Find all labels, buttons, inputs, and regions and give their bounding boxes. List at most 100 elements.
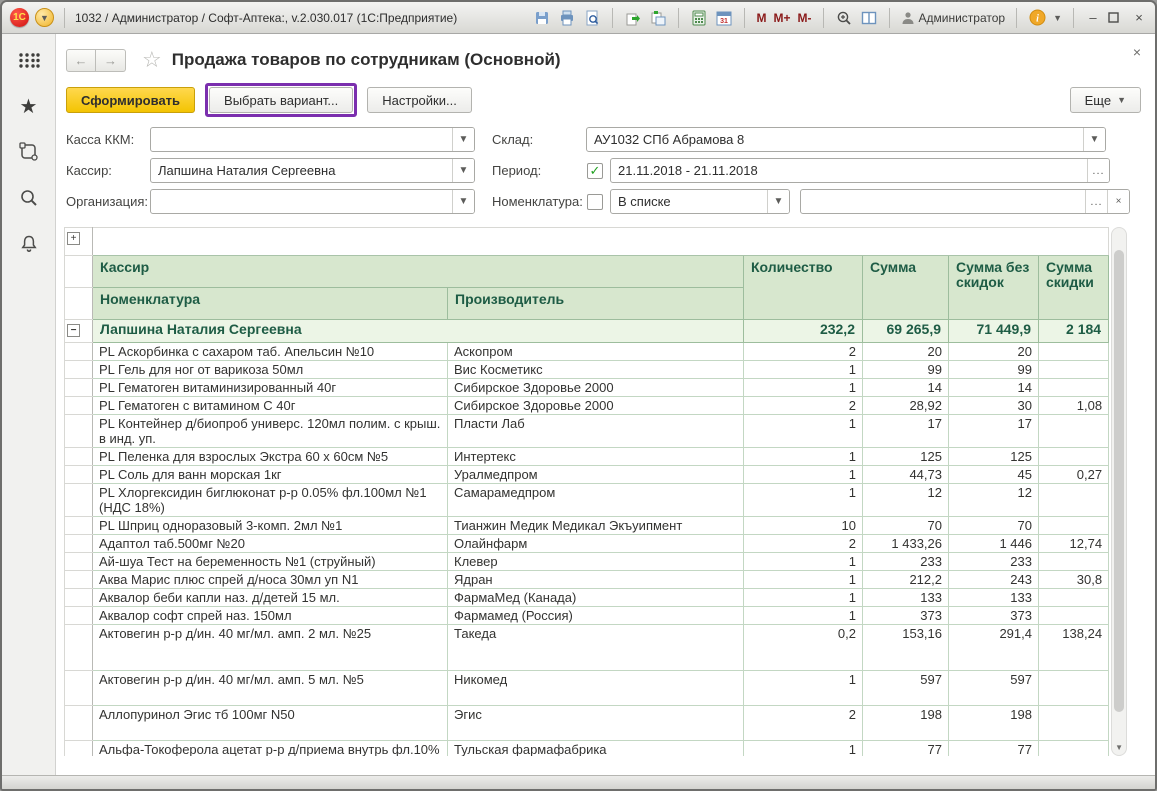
favorite-star-icon[interactable]: ☆: [142, 47, 162, 73]
cell-sum-discount[interactable]: [1039, 517, 1109, 535]
group-name-cell[interactable]: Лапшина Наталия Сергеевна: [93, 320, 744, 343]
save-file-icon[interactable]: [649, 9, 667, 27]
cell-sum-no-discount[interactable]: 14: [949, 379, 1039, 397]
scroll-down-arrow[interactable]: ▼: [1112, 743, 1126, 752]
split-window-icon[interactable]: [860, 9, 878, 27]
report-row[interactable]: Альфа-Токоферола ацетат р-р д/приема вну…: [65, 741, 1109, 757]
cell-quantity[interactable]: 1: [744, 571, 863, 589]
form-close-icon[interactable]: ×: [1133, 44, 1141, 60]
cell-sum[interactable]: 125: [863, 448, 949, 466]
cell-producer[interactable]: Аскопром: [448, 343, 744, 361]
cell-producer[interactable]: Никомед: [448, 671, 744, 706]
select-variant-button[interactable]: Выбрать вариант...: [209, 87, 353, 113]
vertical-scrollbar[interactable]: ▼: [1111, 227, 1127, 756]
cell-sum[interactable]: 233: [863, 553, 949, 571]
settings-button[interactable]: Настройки...: [367, 87, 472, 113]
nomenclature-list-input[interactable]: ... ×: [800, 189, 1130, 214]
report-row[interactable]: PL Аскорбинка с сахаром таб. Апельсин №1…: [65, 343, 1109, 361]
cell-nomenclature[interactable]: PL Гематоген витаминизированный 40г: [93, 379, 448, 397]
nav-forward-button[interactable]: →: [96, 49, 126, 72]
cell-sum-no-discount[interactable]: 70: [949, 517, 1039, 535]
cell-sum[interactable]: 212,2: [863, 571, 949, 589]
period-ellipsis-button[interactable]: ...: [1087, 159, 1109, 182]
report-row[interactable]: Ай-шуа Тест на беременность №1 (струйный…: [65, 553, 1109, 571]
cell-quantity[interactable]: 1: [744, 741, 863, 757]
minimize-button[interactable]: –: [1085, 10, 1101, 25]
cell-sum-discount[interactable]: 1,08: [1039, 397, 1109, 415]
group-sum-no-discount-cell[interactable]: 71 449,9: [949, 320, 1039, 343]
cell-quantity[interactable]: 10: [744, 517, 863, 535]
cell-quantity[interactable]: 1: [744, 466, 863, 484]
cell-sum-no-discount[interactable]: 597: [949, 671, 1039, 706]
period-input[interactable]: 21.11.2018 - 21.11.2018 ...: [610, 158, 1110, 183]
print-preview-icon[interactable]: [583, 9, 601, 27]
cell-nomenclature[interactable]: Ай-шуа Тест на беременность №1 (струйный…: [93, 553, 448, 571]
cell-sum-no-discount[interactable]: 373: [949, 607, 1039, 625]
cell-sum-discount[interactable]: [1039, 379, 1109, 397]
organization-input[interactable]: ▼: [150, 189, 475, 214]
cell-sum-discount[interactable]: 12,74: [1039, 535, 1109, 553]
cell-sum-discount[interactable]: [1039, 343, 1109, 361]
cell-nomenclature[interactable]: PL Гель для ног от варикоза 50мл: [93, 361, 448, 379]
cell-nomenclature[interactable]: PL Соль для ванн морская 1кг: [93, 466, 448, 484]
main-menu-button[interactable]: ▼: [35, 8, 54, 27]
favorites-icon[interactable]: ★: [17, 94, 41, 118]
cell-nomenclature[interactable]: PL Пеленка для взрослых Экстра 60 х 60см…: [93, 448, 448, 466]
memory-subtract-button[interactable]: M-: [798, 11, 812, 25]
col-header-producer[interactable]: Производитель: [448, 288, 744, 320]
chevron-down-icon[interactable]: ▼: [767, 190, 789, 213]
cell-quantity[interactable]: 1: [744, 379, 863, 397]
col-header-cashier[interactable]: Кассир: [93, 256, 744, 288]
cell-quantity[interactable]: 1: [744, 671, 863, 706]
zoom-icon[interactable]: [835, 9, 853, 27]
search-icon[interactable]: [17, 186, 41, 210]
cell-sum-discount[interactable]: [1039, 671, 1109, 706]
cell-nomenclature[interactable]: Актовегин р-р д/ин. 40 мг/мл. амп. 5 мл.…: [93, 671, 448, 706]
report-row[interactable]: Адаптол таб.500мг №20Олайнфарм21 433,261…: [65, 535, 1109, 553]
cell-producer[interactable]: Фармамед (Россия): [448, 607, 744, 625]
col-header-nomenclature[interactable]: Номенклатура: [93, 288, 448, 320]
collapse-group-button[interactable]: −: [67, 324, 80, 337]
report-row[interactable]: Аквалор софт спрей наз. 150млФармамед (Р…: [65, 607, 1109, 625]
cell-quantity[interactable]: 1: [744, 415, 863, 448]
cell-sum-no-discount[interactable]: 1 446: [949, 535, 1039, 553]
cell-nomenclature[interactable]: Аквалор софт спрей наз. 150мл: [93, 607, 448, 625]
cell-nomenclature[interactable]: PL Аскорбинка с сахаром таб. Апельсин №1…: [93, 343, 448, 361]
cell-quantity[interactable]: 1: [744, 589, 863, 607]
cell-nomenclature[interactable]: Адаптол таб.500мг №20: [93, 535, 448, 553]
cell-sum[interactable]: 44,73: [863, 466, 949, 484]
cell-sum-discount[interactable]: [1039, 415, 1109, 448]
cell-sum-no-discount[interactable]: 17: [949, 415, 1039, 448]
calendar-icon[interactable]: 31: [715, 9, 733, 27]
cell-sum-no-discount[interactable]: 233: [949, 553, 1039, 571]
cell-sum[interactable]: 597: [863, 671, 949, 706]
cell-sum[interactable]: 70: [863, 517, 949, 535]
cell-producer[interactable]: Олайнфарм: [448, 535, 744, 553]
report-row[interactable]: PL Гематоген с витамином С 40гСибирское …: [65, 397, 1109, 415]
cell-sum[interactable]: 77: [863, 741, 949, 757]
cell-sum[interactable]: 12: [863, 484, 949, 517]
cell-sum-discount[interactable]: [1039, 706, 1109, 741]
notifications-bell-icon[interactable]: [17, 232, 41, 256]
nomenclature-ellipsis-button[interactable]: ...: [1085, 190, 1107, 213]
scrollbar-thumb[interactable]: [1114, 250, 1124, 712]
cell-sum-discount[interactable]: [1039, 448, 1109, 466]
cell-sum-no-discount[interactable]: 99: [949, 361, 1039, 379]
cell-sum[interactable]: 153,16: [863, 625, 949, 671]
cell-nomenclature[interactable]: Аллопуринол Эгис тб 100мг N50: [93, 706, 448, 741]
group-quantity-cell[interactable]: 232,2: [744, 320, 863, 343]
save-icon[interactable]: [533, 9, 551, 27]
cell-sum[interactable]: 198: [863, 706, 949, 741]
report-row[interactable]: Аква Марис плюс спрей д/носа 30мл уп N1Я…: [65, 571, 1109, 589]
col-header-sum-discount[interactable]: Сумма скидки: [1039, 256, 1109, 320]
cell-sum-no-discount[interactable]: 291,4: [949, 625, 1039, 671]
cell-nomenclature[interactable]: PL Контейнер д/биопроб универс. 120мл по…: [93, 415, 448, 448]
cell-sum[interactable]: 1 433,26: [863, 535, 949, 553]
cell-sum-no-discount[interactable]: 20: [949, 343, 1039, 361]
nav-back-button[interactable]: ←: [66, 49, 96, 72]
group-sum-discount-cell[interactable]: 2 184: [1039, 320, 1109, 343]
cell-producer[interactable]: Пласти Лаб: [448, 415, 744, 448]
more-button[interactable]: Еще ▼: [1070, 87, 1141, 113]
cell-quantity[interactable]: 1: [744, 361, 863, 379]
cell-sum[interactable]: 133: [863, 589, 949, 607]
